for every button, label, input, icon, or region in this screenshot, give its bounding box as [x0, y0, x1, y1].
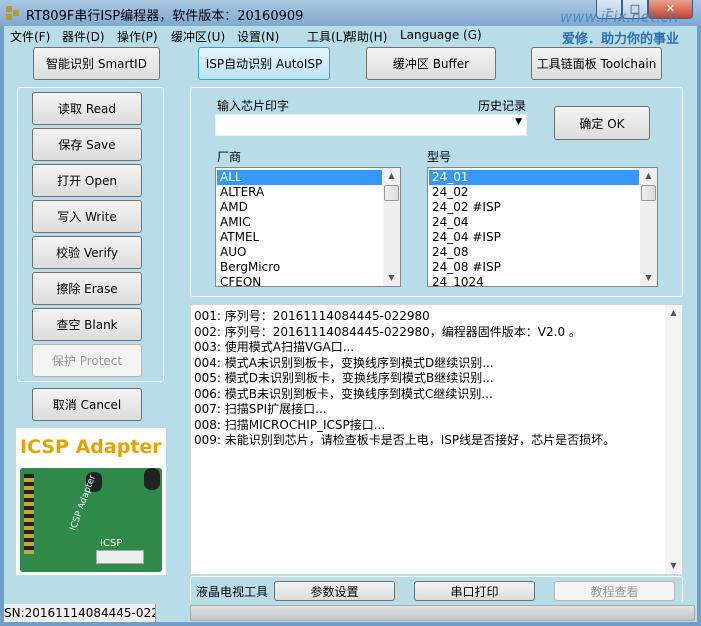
buffer-button[interactable]: 缓冲区 Buffer	[366, 47, 496, 80]
cancel-button[interactable]: 取消 Cancel	[32, 388, 142, 421]
vendor-scrollbar[interactable]: ▲ ▼	[383, 168, 400, 286]
vendor-list-item[interactable]: ALTERA	[217, 185, 382, 200]
log-scrollbar[interactable]: ▲ ▼	[665, 305, 682, 574]
model-list-item[interactable]: 24_01	[429, 170, 639, 185]
scroll-down-icon[interactable]: ▼	[665, 558, 682, 574]
menu-item[interactable]: 文件(F)	[10, 28, 50, 45]
scroll-down-icon[interactable]: ▼	[383, 270, 400, 286]
scroll-thumb[interactable]	[641, 185, 656, 201]
vendor-list-item[interactable]: ALL	[217, 170, 382, 185]
model-list-item[interactable]: 24_08	[429, 245, 639, 260]
menu-item[interactable]: 操作(P)	[117, 28, 158, 45]
model-list-item[interactable]: 24_02	[429, 185, 639, 200]
model-list-item[interactable]: 24_1024	[429, 275, 639, 286]
menu-item[interactable]: 工具(L)	[307, 28, 347, 45]
save-button[interactable]: 保存 Save	[32, 128, 142, 161]
scroll-thumb[interactable]	[384, 185, 399, 201]
adapter-silk-icsp: ICSP	[100, 538, 123, 549]
log-line: 009: 未能识别到芯片，请检查板卡是否上电，ISP线是否接好，芯片是否损坏。	[194, 433, 616, 447]
log-line: 005: 模式D未识别到板卡，变换线序到模式B继续识别...	[194, 371, 494, 385]
param-settings-button[interactable]: 参数设置	[274, 581, 395, 601]
smartid-button[interactable]: 智能识别 SmartID	[33, 47, 160, 80]
model-list-item[interactable]: 24_04	[429, 215, 639, 230]
log-line: 006: 模式B未识别到板卡，变换线序到模式C继续识别...	[194, 386, 493, 401]
model-list-item[interactable]: 24_02 #ISP	[429, 200, 639, 215]
blank-button[interactable]: 查空 Blank	[32, 308, 142, 341]
autoisp-button[interactable]: ISP自动识别 AutoISP	[198, 47, 330, 80]
lcd-tools-label: 液晶电视工具	[196, 585, 269, 599]
toolchain-button[interactable]: 工具链面板 Toolchain	[531, 47, 662, 80]
read-button[interactable]: 读取 Read	[32, 92, 142, 125]
model-label: 型号	[427, 150, 452, 164]
write-button[interactable]: 写入 Write	[32, 200, 142, 233]
verify-button[interactable]: 校验 Verify	[32, 236, 142, 269]
log-output[interactable]: 001: 序列号：20161114084445-022980 002: 序列号：2…	[190, 304, 683, 575]
adapter-title: ICSP Adapter	[20, 436, 162, 458]
serial-number-field: SN:20161114084445-0229	[4, 604, 156, 622]
brand-site: www.iFix.net.cn	[560, 8, 679, 26]
serial-print-button[interactable]: 串口打印	[414, 581, 535, 601]
icsp-adapter-image: ICSP Adapter ICSP Adapter ICSP	[16, 428, 166, 575]
tutorial-button: 教程查看	[554, 581, 675, 601]
chip-input-value	[216, 118, 219, 132]
menu-item[interactable]: 缓冲区(U)	[171, 28, 225, 45]
ok-button[interactable]: 确定 OK	[554, 106, 650, 140]
vendor-list[interactable]: ALL ALTERA AMD AMIC ATMEL AUO BergMicro CFEON ▲…	[215, 167, 401, 287]
progress-bar	[190, 605, 695, 621]
log-line: 002: 序列号：20161114084445-022980，编程器固件版本：V…	[194, 324, 581, 339]
scroll-up-icon[interactable]: ▲	[640, 168, 657, 184]
protect-button: 保护 Protect	[32, 344, 142, 377]
menu-item[interactable]: 器件(D)	[62, 28, 105, 45]
scroll-up-icon[interactable]: ▲	[383, 168, 400, 184]
brand-slogan: 爱修．助力你的事业	[562, 32, 680, 47]
chip-input-label: 输入芯片印字	[217, 99, 290, 113]
vendor-list-item[interactable]: AMIC	[217, 215, 382, 230]
log-line: 003: 使用模式A扫描VGA口...	[194, 340, 355, 354]
log-line: 008: 扫描MICROCHIP_ICSP接口...	[194, 417, 386, 432]
app-icon	[6, 6, 20, 20]
model-list-item[interactable]: 24_08 #ISP	[429, 260, 639, 275]
log-line: 004: 模式A未识别到板卡，变换线序到模式D继续识别...	[194, 355, 494, 370]
chip-input-combobox[interactable]: ▼	[215, 114, 527, 136]
menu-item[interactable]: 帮助(H)	[345, 28, 387, 45]
log-line: 001: 序列号：20161114084445-022980	[194, 309, 430, 323]
model-list-item[interactable]: 24_04 #ISP	[429, 230, 639, 245]
window-title: RT809F串行ISP编程器，软件版本：20160909	[26, 9, 304, 24]
menu-item[interactable]: Language (G)	[400, 28, 482, 42]
vendor-list-item[interactable]: BergMicro	[217, 260, 382, 275]
scroll-down-icon[interactable]: ▼	[640, 270, 657, 286]
menu-item[interactable]: 设置(N)	[237, 28, 279, 45]
vendor-list-item[interactable]: AUO	[217, 245, 382, 260]
vendor-list-item[interactable]: CFEON	[217, 275, 382, 286]
scroll-up-icon[interactable]: ▲	[665, 305, 682, 321]
open-button[interactable]: 打开 Open	[32, 164, 142, 197]
log-line: 007: 扫描SPI扩展接口...	[194, 402, 327, 416]
vendor-list-item[interactable]: ATMEL	[217, 230, 382, 245]
history-label: 历史记录	[478, 99, 527, 113]
model-list[interactable]: 24_01 24_02 24_02 #ISP 24_04 24_04 #ISP 24_08…	[427, 167, 658, 287]
vendor-label: 厂商	[217, 150, 242, 164]
dropdown-arrow-icon[interactable]: ▼	[515, 117, 522, 127]
erase-button[interactable]: 擦除 Erase	[32, 272, 142, 305]
vendor-list-item[interactable]: AMD	[217, 200, 382, 215]
model-scrollbar[interactable]: ▲ ▼	[640, 168, 657, 286]
